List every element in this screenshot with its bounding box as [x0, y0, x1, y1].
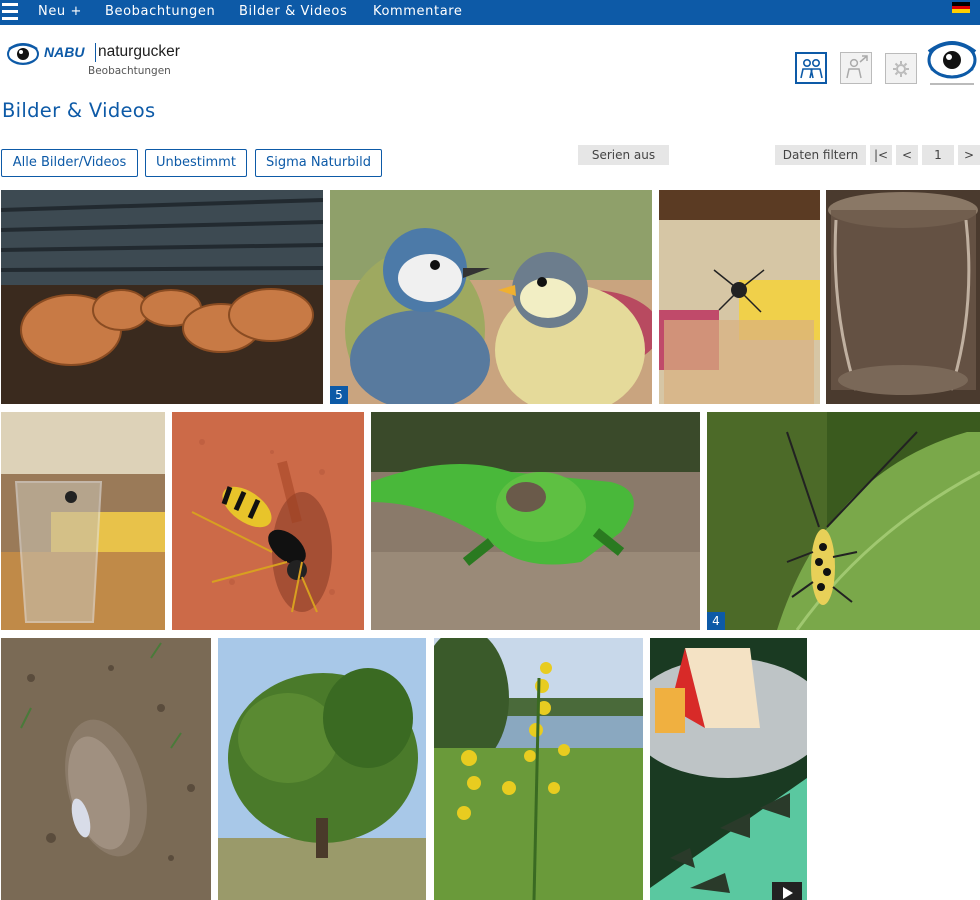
share-profile-icon[interactable]	[840, 52, 872, 84]
pager-first-button[interactable]: |<	[870, 145, 892, 165]
community-icon[interactable]	[795, 52, 827, 84]
logo-product: naturgucker	[98, 43, 180, 60]
logo-subtitle: Beobachtungen	[88, 65, 171, 77]
gallery-image-blue-tits[interactable]: 5	[330, 190, 652, 404]
gallery-image-bracket-fungus[interactable]	[1, 190, 323, 404]
filter-sigma-button[interactable]: Sigma Naturbild	[255, 149, 382, 177]
pager-next-button[interactable]: >	[958, 145, 980, 165]
top-nav-bar: Neu + Beobachtungen Bilder & Videos Komm…	[0, 0, 980, 25]
nav-kommentare[interactable]: Kommentare	[373, 4, 463, 19]
gallery-image-mussel-shell[interactable]	[1, 638, 211, 900]
settings-icon[interactable]	[885, 53, 917, 84]
gallery-image-wasp[interactable]	[172, 412, 364, 630]
data-filter-button[interactable]: Daten filtern	[775, 145, 866, 165]
gallery-image-tree[interactable]	[218, 638, 426, 900]
pager-prev-button[interactable]: <	[896, 145, 918, 165]
gallery-image-longhorn-beetle[interactable]: 4	[707, 412, 980, 630]
gallery-video-apple[interactable]	[650, 638, 807, 900]
menu-icon[interactable]	[2, 3, 18, 21]
nabu-naturgucker-logo[interactable]: NABU naturgucker Beobachtungen	[7, 38, 180, 80]
nav-beobachtungen[interactable]: Beobachtungen	[105, 4, 215, 19]
german-flag-icon[interactable]	[952, 2, 970, 13]
nav-bilder-videos[interactable]: Bilder & Videos	[239, 4, 347, 19]
filter-unbestimmt-button[interactable]: Unbestimmt	[145, 149, 247, 177]
video-play-icon[interactable]	[772, 882, 802, 900]
nav-neu[interactable]: Neu +	[38, 4, 82, 19]
gallery-image-glass-jar[interactable]	[826, 190, 980, 404]
gallery-image-sand-lizard[interactable]	[371, 412, 700, 630]
naturgucker-eye-icon[interactable]	[926, 36, 978, 88]
page-title: Bilder & Videos	[2, 99, 156, 122]
series-count-badge: 5	[330, 386, 348, 404]
logo-brand: NABU	[44, 44, 85, 60]
series-toggle-button[interactable]: Serien aus	[578, 145, 669, 165]
naturgucker-eye-icon	[7, 43, 39, 65]
filter-all-button[interactable]: Alle Bilder/Videos	[1, 149, 138, 177]
logo-separator	[95, 43, 96, 62]
series-count-badge: 4	[707, 612, 725, 630]
gallery-image-goldenrod-river[interactable]	[434, 638, 643, 900]
pager-page-number[interactable]: 1	[922, 145, 954, 165]
gallery-image-spider-jar[interactable]	[659, 190, 820, 404]
gallery-image-spider-glass[interactable]	[1, 412, 165, 630]
